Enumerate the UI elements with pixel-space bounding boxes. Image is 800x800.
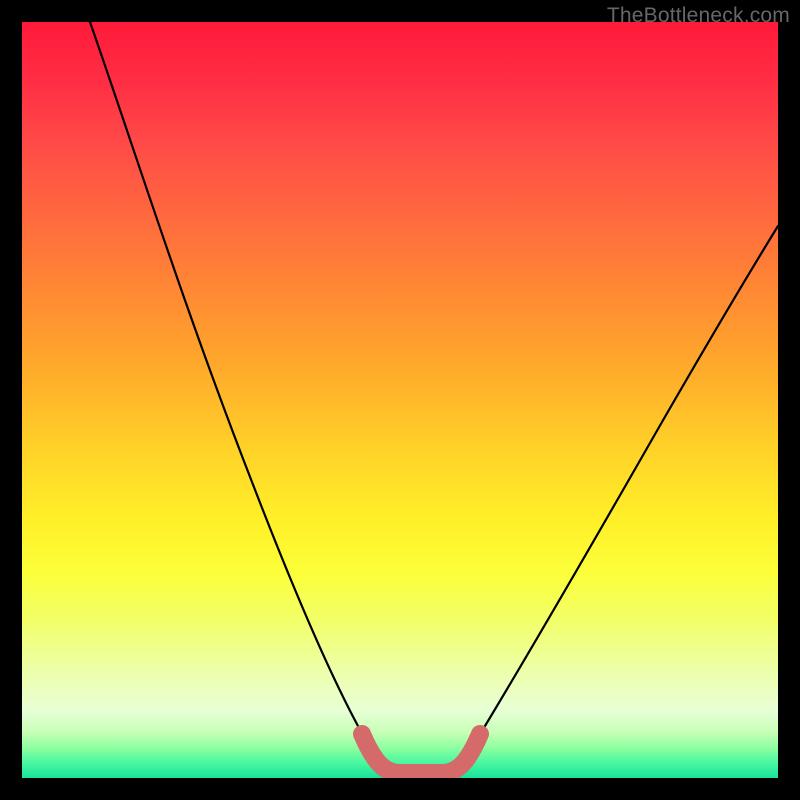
bottleneck-curve <box>90 22 778 776</box>
curve-layer <box>22 22 778 778</box>
watermark-text: TheBottleneck.com <box>607 4 790 28</box>
valley-highlight-path <box>362 734 480 773</box>
plot-area <box>22 22 778 778</box>
chart-stage: TheBottleneck.com <box>0 0 800 800</box>
